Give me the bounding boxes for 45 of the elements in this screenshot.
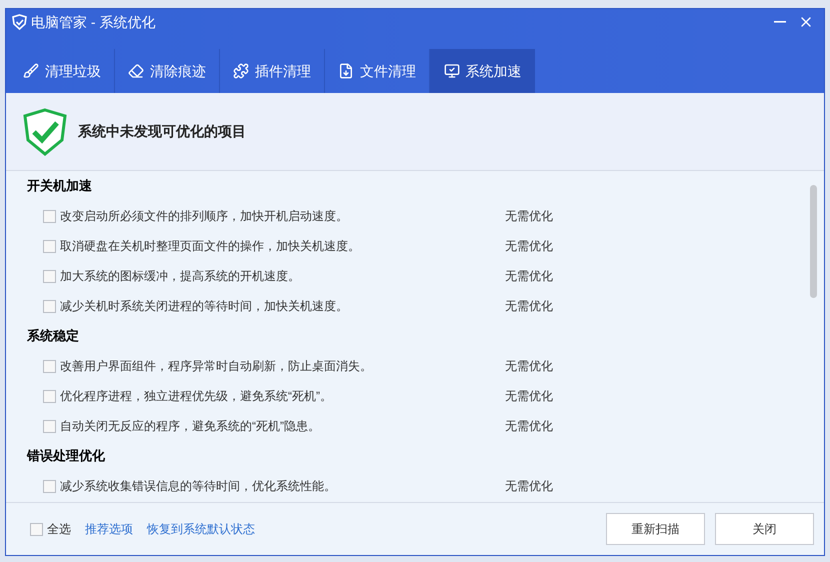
checkbox[interactable] (43, 480, 56, 492)
option-status: 无需优化 (505, 358, 553, 375)
scrollbar-thumb[interactable] (810, 185, 817, 298)
window-title: 电脑管家 - 系统优化 (31, 13, 156, 32)
checkbox[interactable] (43, 240, 56, 252)
minimize-icon (774, 21, 786, 23)
puzzle-icon (233, 63, 249, 79)
footer-button[interactable]: 关闭 (715, 513, 814, 545)
option-label: 加大系统的图标缓冲，提高系统的开机速度。 (60, 268, 301, 285)
file-download-icon (338, 63, 354, 79)
section-heading: 开关机加速 (27, 177, 92, 196)
option-label: 优化程序进程，独立进程优先级，避免系统“死机”。 (60, 388, 333, 405)
shield-logo-icon (12, 14, 27, 30)
checkbox[interactable] (43, 420, 56, 432)
tab[interactable]: 系统加速 (430, 49, 535, 93)
status-message: 系统中未发现可优化的项目 (78, 122, 246, 141)
option-label: 改善用户界面组件，程序异常时自动刷新，防止桌面消失。 (60, 358, 373, 375)
brush-icon (23, 63, 39, 79)
footer-button[interactable]: 重新扫描 (606, 513, 705, 545)
option-status: 无需优化 (505, 478, 553, 495)
option-status: 无需优化 (505, 298, 553, 315)
option-status: 无需优化 (505, 418, 553, 435)
option-label: 自动关闭无反应的程序，避免系统的“死机”隐患。 (60, 418, 321, 435)
section-heading: 系统稳定 (27, 327, 79, 346)
section-heading: 错误处理优化 (27, 447, 105, 466)
option-label: 改变启动所必须文件的排列顺序，加快开机启动速度。 (60, 208, 349, 225)
option-status: 无需优化 (505, 238, 553, 255)
checkbox[interactable] (43, 360, 56, 372)
option-label: 减少关机时系统关闭进程的等待时间，加快关机速度。 (60, 298, 349, 315)
option-status: 无需优化 (505, 208, 553, 225)
shield-check-icon (22, 108, 68, 156)
checkbox[interactable] (43, 300, 56, 312)
checkbox[interactable] (43, 270, 56, 282)
checkbox[interactable] (43, 390, 56, 402)
checkbox[interactable] (30, 522, 43, 536)
option-status: 无需优化 (505, 268, 553, 285)
monitor-icon (444, 63, 460, 79)
select-all-label[interactable]: 全选 (47, 520, 71, 538)
link[interactable]: 推荐选项 (85, 520, 133, 538)
option-label: 减少系统收集错误信息的等待时间，优化系统性能。 (60, 478, 337, 495)
eraser-icon (128, 63, 144, 79)
link[interactable]: 恢复到系统默认状态 (147, 520, 255, 538)
checkbox[interactable] (43, 210, 56, 222)
option-label: 取消硬盘在关机时整理页面文件的操作，加快关机速度。 (60, 238, 361, 255)
option-status: 无需优化 (505, 388, 553, 405)
